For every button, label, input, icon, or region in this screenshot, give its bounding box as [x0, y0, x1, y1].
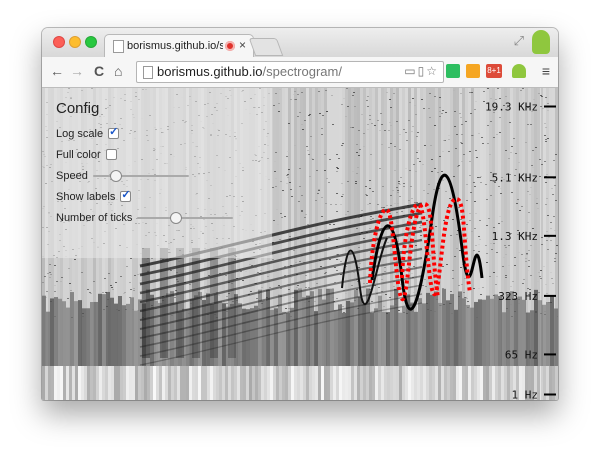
user-profile-icon[interactable]: [532, 30, 550, 54]
tab-spectrogram[interactable]: borismus.github.io/spe ×: [104, 34, 254, 59]
folder-extension-icon[interactable]: [466, 64, 480, 78]
frequency-tick-label: 5.1 KHz: [492, 171, 538, 184]
number-of-ticks-label: Number of ticks: [56, 211, 133, 224]
tab-strip: borismus.github.io/spe × ⤢: [42, 28, 558, 59]
cast-icon[interactable]: ▭: [404, 64, 417, 78]
google-plus-extension-icon[interactable]: 8+1: [486, 64, 502, 78]
log-scale-checkbox[interactable]: [108, 125, 120, 139]
tab-title: borismus.github.io/spe: [127, 40, 223, 52]
log-scale-row: Log scale: [56, 123, 266, 144]
back-button[interactable]: ←: [50, 63, 64, 79]
show-labels-label: Show labels: [56, 190, 116, 203]
recording-indicator-icon: [225, 41, 235, 51]
close-window-button[interactable]: [53, 36, 65, 48]
ticks-row: Number of ticks: [56, 207, 266, 228]
forward-button[interactable]: →: [70, 63, 84, 79]
chrome-menu-button[interactable]: ≡: [542, 63, 550, 79]
speed-slider-thumb[interactable]: [110, 169, 122, 182]
page-content: 19.3 KHz 5.1 KHz 1.3 KHz 323 Hz 65 Hz 1 Hz Co…: [42, 88, 558, 400]
show-labels-row: Show labels: [56, 186, 266, 207]
number-of-ticks-slider-thumb[interactable]: [170, 211, 183, 224]
minimize-window-button[interactable]: [69, 36, 81, 48]
reload-button[interactable]: C: [94, 63, 104, 79]
frequency-tick-label: 1 Hz: [512, 388, 539, 400]
url-path: /spectrogram/: [262, 64, 342, 79]
full-color-checkbox[interactable]: [105, 149, 117, 160]
speed-slider[interactable]: [92, 169, 189, 182]
url-host: borismus.github.io: [157, 64, 263, 79]
log-scale-label: Log scale: [56, 127, 104, 140]
bookmark-star-icon[interactable]: ☆: [426, 64, 439, 78]
speed-row: Speed: [56, 165, 266, 186]
fullscreen-icon[interactable]: ⤢: [514, 33, 524, 49]
browser-window: borismus.github.io/spe × ⤢ ← → C ⌂ boris…: [42, 28, 558, 400]
tab-close-button[interactable]: ×: [239, 38, 246, 52]
frequency-tick-label: 65 Hz: [505, 348, 538, 361]
number-of-ticks-slider[interactable]: [137, 211, 234, 224]
speed-label: Speed: [56, 169, 88, 182]
config-heading: Config: [56, 100, 100, 117]
frequency-tick-label: 1.3 KHz: [492, 230, 538, 243]
evernote-extension-icon[interactable]: [446, 64, 460, 78]
frequency-tick-label: 19.3 KHz: [485, 100, 538, 113]
home-button[interactable]: ⌂: [114, 63, 122, 79]
show-labels-checkbox[interactable]: [120, 188, 132, 202]
browser-toolbar: ← → C ⌂ borismus.github.io/spectrogram/ …: [42, 57, 558, 88]
url-text: borismus.github.io/spectrogram/: [157, 64, 342, 79]
full-color-row: Full color: [56, 144, 266, 165]
frequency-tick-label: 323 Hz: [498, 290, 538, 303]
page-icon: [143, 66, 153, 79]
config-panel: Config Log scale Full color Speed Show l…: [56, 100, 266, 228]
android-extension-icon[interactable]: [512, 64, 526, 78]
page-action-icon[interactable]: ▯: [418, 64, 427, 78]
new-tab-button[interactable]: [248, 38, 284, 56]
full-color-label: Full color: [56, 148, 101, 161]
zoom-window-button[interactable]: [85, 36, 97, 48]
address-bar[interactable]: borismus.github.io/spectrogram/ ▭▯☆: [136, 61, 444, 83]
omnibox-actions[interactable]: ▭▯☆: [404, 64, 439, 78]
page-favicon-icon: [113, 40, 124, 53]
